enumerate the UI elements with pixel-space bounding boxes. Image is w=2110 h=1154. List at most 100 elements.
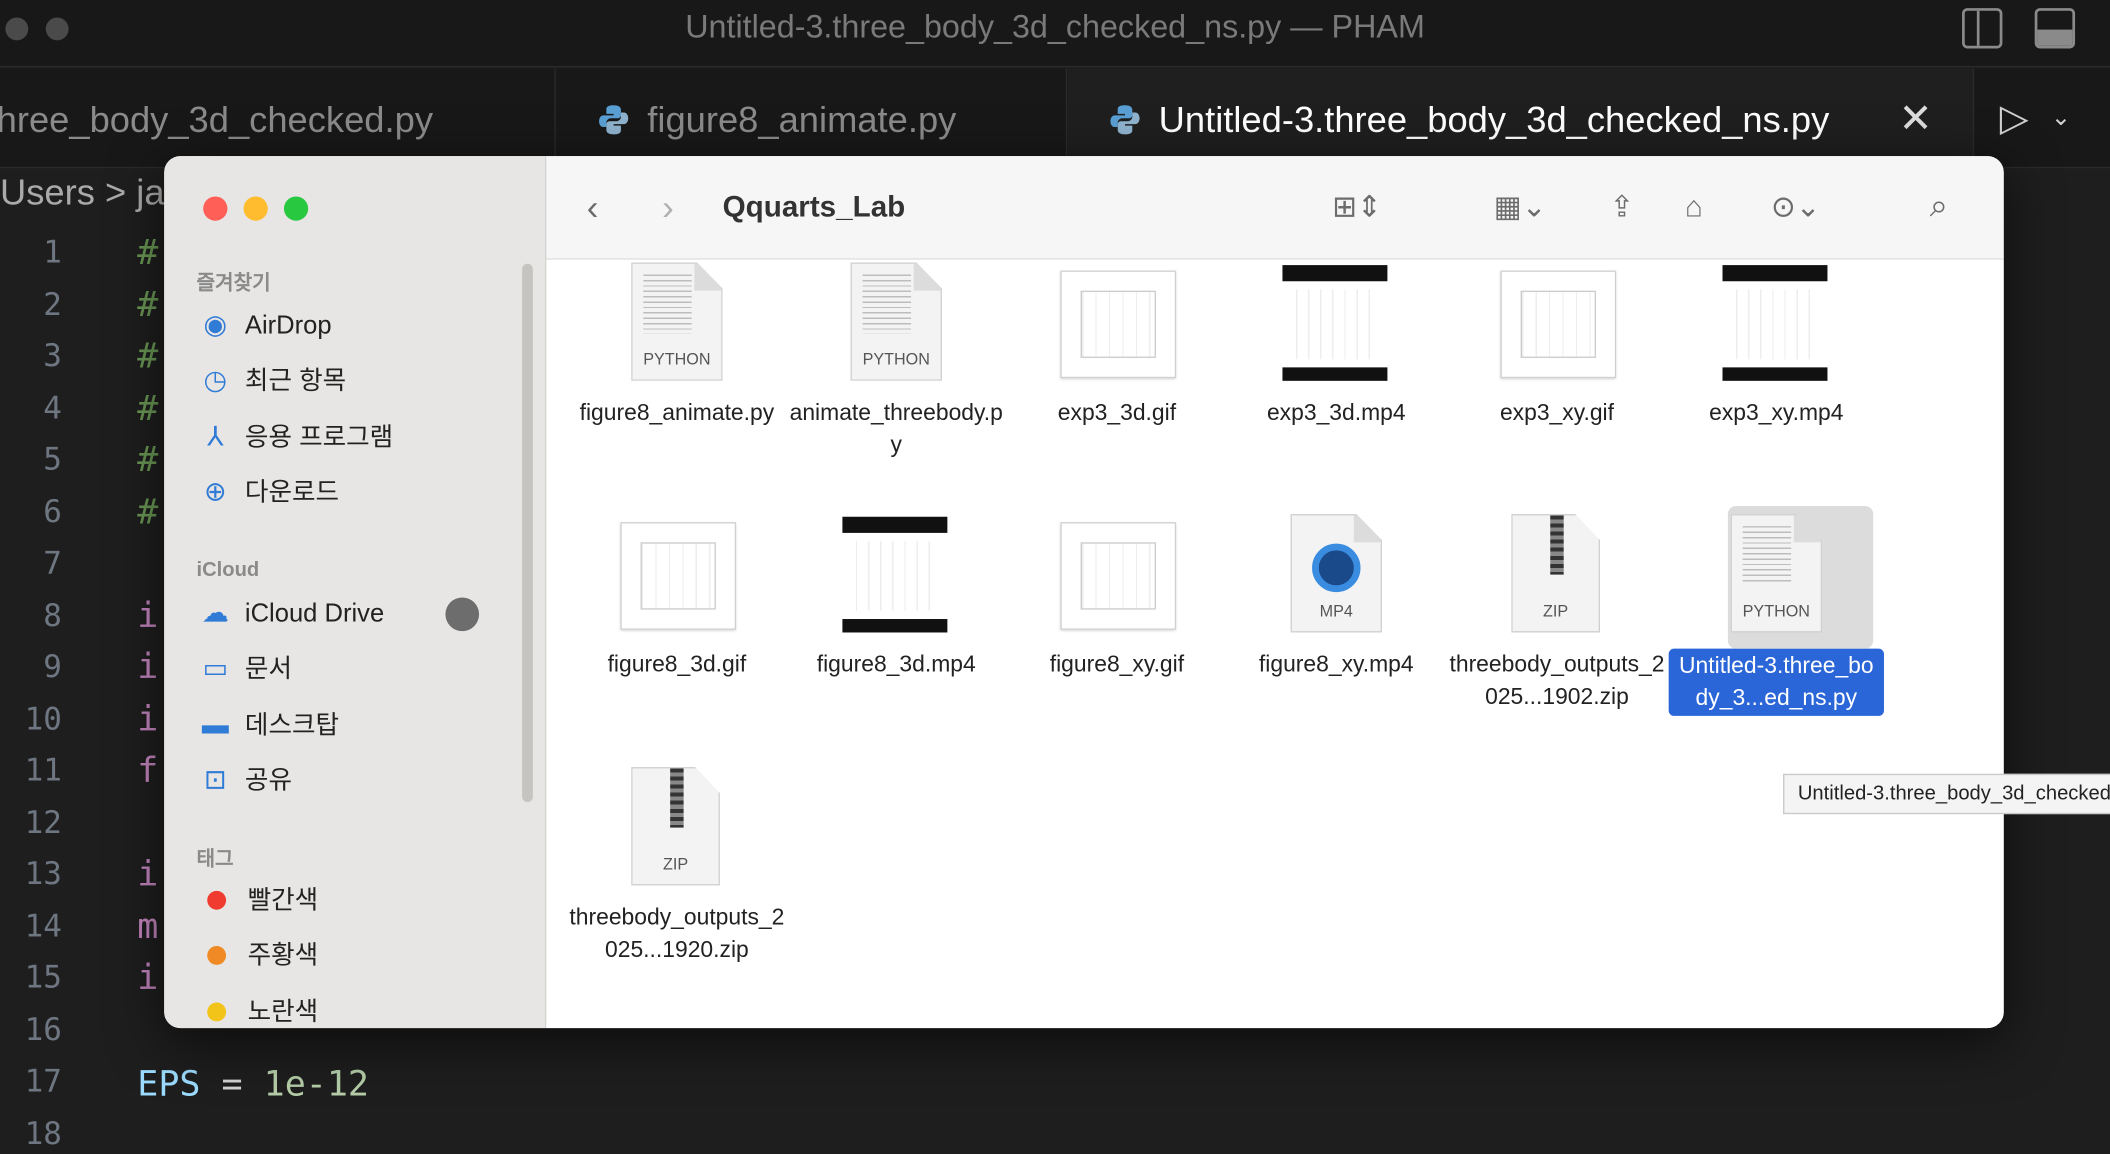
shared-folder-icon: ⊡ bbox=[204, 765, 227, 796]
file-name: animate_threebody.py bbox=[789, 399, 1003, 458]
close-window-button[interactable] bbox=[203, 196, 228, 221]
yellow-tag-icon bbox=[207, 1002, 227, 1022]
file-thumbnail bbox=[1052, 514, 1181, 635]
breadcrumb[interactable]: Users > ja bbox=[0, 172, 165, 214]
folder-title: Qquarts_Lab bbox=[722, 189, 906, 224]
image-thumbnail bbox=[1060, 522, 1177, 630]
file-item[interactable]: ZIP threebody_outputs_2025...1902.zip bbox=[1447, 514, 1668, 713]
favorites-header: 즐겨찾기 bbox=[196, 271, 271, 295]
document-icon: ▭ bbox=[202, 654, 229, 684]
file-name: exp3_3d.mp4 bbox=[1266, 399, 1406, 426]
line-number: 14 bbox=[24, 909, 62, 945]
filename-tooltip: Untitled-3.three_body_3d_checked_ns.py bbox=[1783, 773, 2110, 815]
sidebar-item-shared[interactable]: ⊡ 공유 bbox=[199, 760, 292, 800]
code-line: m bbox=[137, 906, 159, 947]
line-number: 5 bbox=[43, 442, 62, 478]
tags-header: 태그 bbox=[196, 847, 234, 871]
file-item[interactable]: exp3_3d.mp4 bbox=[1226, 262, 1447, 429]
tab-figure8-animate[interactable]: figure8_animate.py bbox=[556, 68, 1068, 169]
red-tag-icon bbox=[207, 890, 227, 910]
back-icon[interactable]: ‹ bbox=[587, 183, 599, 231]
finder-toolbar: ‹ › Qquarts_Lab ⊞⇕ ▦⌄ ⇪ ⌂ ⊙⌄ ⌕ bbox=[546, 156, 2004, 260]
file-thumbnail: PYTHON bbox=[612, 262, 741, 383]
tag-icon[interactable]: ⌂ bbox=[1685, 183, 1703, 231]
file-item[interactable]: PYTHON Untitled-3.three_body_3...ed_ns.py bbox=[1666, 505, 1887, 716]
group-by-icon[interactable]: ▦⌄ bbox=[1494, 183, 1547, 231]
sidebar-item-label: 데스크탑 bbox=[244, 711, 340, 741]
line-number: 15 bbox=[24, 960, 62, 996]
sidebar-item-label: 최근 항목 bbox=[244, 367, 347, 396]
clock-icon: ◷ bbox=[203, 366, 228, 396]
download-icon: ⊕ bbox=[204, 477, 227, 508]
sidebar-item-desktop[interactable]: ▬ 데스크탑 bbox=[199, 705, 339, 745]
sidebar-item-label: 응용 프로그램 bbox=[244, 423, 394, 453]
file-item[interactable]: figure8_xy.gif bbox=[1007, 514, 1228, 681]
video-thumbnail bbox=[1722, 265, 1828, 381]
file-thumbnail: ZIP bbox=[1492, 514, 1621, 635]
sidebar-item-tag-orange[interactable]: 주황색 bbox=[199, 937, 318, 977]
file-name: figure8_xy.gif bbox=[1049, 651, 1185, 677]
finder-window: 즐겨찾기 ◉ AirDrop ◷ 최근 항목 ⅄ 응용 프로그램 ⊕ 다운로드 iClo… bbox=[164, 156, 2004, 1029]
line-number: 3 bbox=[43, 339, 62, 375]
sidebar-item-tag-red[interactable]: 빨간색 bbox=[199, 881, 318, 921]
sidebar-item-label: iCloud Drive bbox=[244, 600, 385, 629]
sidebar-item-label: AirDrop bbox=[244, 312, 332, 341]
file-name: figure8_3d.mp4 bbox=[816, 651, 976, 677]
code-line: # bbox=[137, 440, 159, 481]
file-item[interactable]: figure8_3d.gif bbox=[567, 514, 788, 681]
code-line: i bbox=[137, 647, 159, 688]
toggle-panel-icon[interactable] bbox=[2034, 8, 2076, 49]
zoom-window-button[interactable] bbox=[283, 196, 309, 221]
sidebar-item-documents[interactable]: ▭ 문서 bbox=[199, 649, 292, 689]
chevron-down-icon[interactable]: ⌄ bbox=[2051, 104, 2071, 132]
forward-icon[interactable]: › bbox=[662, 183, 674, 231]
tab-label: Untitled-3.three_body_3d_checked_ns.py bbox=[1158, 99, 1830, 140]
share-icon[interactable]: ⇪ bbox=[1609, 183, 1634, 231]
code-line: # bbox=[137, 388, 159, 429]
file-item[interactable]: exp3_xy.mp4 bbox=[1666, 262, 1887, 429]
toggle-sidebar-icon[interactable] bbox=[1962, 8, 2003, 49]
editor-window: Untitled-3.three_body_3d_checked_ns.py —… bbox=[0, 0, 2110, 1154]
file-item[interactable]: exp3_3d.gif bbox=[1007, 262, 1228, 429]
file-item[interactable]: MP4 figure8_xy.mp4 bbox=[1226, 514, 1447, 681]
file-item[interactable]: exp3_xy.gif bbox=[1447, 262, 1668, 429]
file-name: threebody_outputs_2025...1920.zip bbox=[569, 904, 785, 963]
tab-untitled-3[interactable]: Untitled-3.three_body_3d_checked_ns.py ✕ bbox=[1067, 68, 1975, 169]
file-thumbnail bbox=[1712, 262, 1841, 383]
sidebar-item-label: 다운로드 bbox=[244, 479, 340, 508]
python-file-icon bbox=[599, 105, 629, 135]
file-item[interactable]: figure8_3d.mp4 bbox=[786, 514, 1007, 681]
file-name: figure8_xy.mp4 bbox=[1258, 651, 1414, 677]
line-number: 16 bbox=[24, 1012, 62, 1048]
run-icon[interactable]: ▷ bbox=[2000, 96, 2029, 140]
sidebar-item-recents[interactable]: ◷ 최근 항목 bbox=[199, 361, 347, 401]
minimize-window-button[interactable] bbox=[243, 196, 268, 221]
line-number: 9 bbox=[43, 649, 62, 685]
grid-view-icon[interactable]: ⊞⇕ bbox=[1332, 183, 1382, 231]
code-line: i bbox=[137, 958, 159, 999]
quicktime-logo-icon bbox=[1312, 543, 1361, 593]
sidebar-item-airdrop[interactable]: ◉ AirDrop bbox=[199, 305, 332, 345]
code-line: i bbox=[137, 699, 159, 740]
sidebar-item-applications[interactable]: ⅄ 응용 프로그램 bbox=[199, 417, 393, 457]
code-line: # bbox=[137, 232, 159, 274]
more-actions-icon[interactable]: ⊙⌄ bbox=[1771, 183, 1821, 231]
file-item[interactable]: PYTHON figure8_animate.py bbox=[567, 262, 788, 429]
desktop-icon: ▬ bbox=[201, 710, 229, 741]
sidebar-item-label: 노란색 bbox=[247, 998, 319, 1027]
file-item[interactable]: ZIP threebody_outputs_2025...1920.zip bbox=[567, 767, 788, 966]
line-number: 12 bbox=[24, 805, 62, 841]
sidebar-item-downloads[interactable]: ⊕ 다운로드 bbox=[199, 472, 339, 512]
sidebar-item-tag-yellow[interactable]: 노란색 bbox=[199, 993, 318, 1028]
close-icon[interactable]: ✕ bbox=[1899, 69, 1933, 169]
line-number: 7 bbox=[43, 546, 62, 582]
search-icon[interactable]: ⌕ bbox=[1930, 183, 1948, 231]
tab-three-body[interactable]: three_body_3d_checked.py bbox=[0, 68, 556, 169]
icloud-status-icon bbox=[445, 597, 480, 632]
sidebar-item-icloud-drive[interactable]: ☁ iCloud Drive bbox=[199, 593, 384, 633]
sidebar-item-label: 공유 bbox=[244, 767, 292, 796]
sidebar-scrollbar[interactable] bbox=[522, 263, 533, 803]
zip-archive-icon: ZIP bbox=[631, 767, 720, 886]
file-item[interactable]: PYTHON animate_threebody.py bbox=[786, 262, 1007, 461]
file-name: exp3_xy.gif bbox=[1499, 399, 1614, 426]
